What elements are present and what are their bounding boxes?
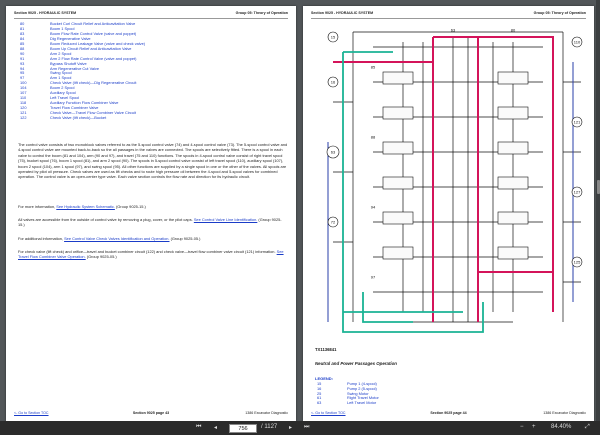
header-group: Group 05: Theory of Operation xyxy=(235,11,288,15)
schematic-callout-label: 85 xyxy=(371,64,376,69)
schematic-callout-label: 110 xyxy=(574,39,581,44)
schematic-callout-label: 63 xyxy=(331,149,336,154)
legend-label: Left Travel Motor xyxy=(347,400,377,405)
schematic-callout-label: 63 xyxy=(451,27,456,32)
control-valve-paragraph: The control valve consists of two monobl… xyxy=(18,142,288,180)
schematic-callout-label: 72 xyxy=(331,219,336,224)
pdf-toolbar: ⏮ ◂ 756 / 1127 ▸ ⏭ − + 84.40% ⤢ xyxy=(0,421,600,435)
page-footer: <- Go to Section TOC Section 9025 page 4… xyxy=(311,411,586,415)
legend-number: 122 xyxy=(20,114,27,120)
figure-id: TX1136841 xyxy=(315,347,337,352)
legend-row: 63 Left Travel Motor xyxy=(315,400,381,406)
doc-title: 1386 Excavator Diagnostic xyxy=(543,411,586,415)
legend-table: 15 Pump 1 (4-spool) 16 Pump 2 (5-spool) 25 Sw… xyxy=(315,381,381,406)
schematic-callout-label: 88 xyxy=(371,134,376,139)
link-check-valves[interactable]: See Control Valve Check Valves Identific… xyxy=(64,236,169,241)
link-hydraulic-schematic[interactable]: See Hydraulic System Schematic. xyxy=(56,204,115,209)
schematic-callout-label: 121 xyxy=(574,119,581,124)
header-section: Section 9025 - HYDRAULIC SYSTEM xyxy=(14,11,77,15)
skip-last-icon[interactable]: ⏭ xyxy=(304,424,309,431)
schematic-callout-label: 127 xyxy=(574,189,581,194)
link-line-identification[interactable]: See Control Valve Line Identification. xyxy=(194,217,258,222)
zoom-level[interactable]: 84.40% xyxy=(551,424,571,430)
document-page-44: Section 9025 - HYDRAULIC SYSTEM Group 05… xyxy=(303,6,594,421)
zoom-out-icon[interactable]: − xyxy=(520,424,524,430)
schematic-callout-label: 94 xyxy=(371,204,376,209)
hydraulic-schematic-diagram: 1516637211012112712563808588949760060160… xyxy=(313,22,585,344)
paragraph-more-info: For more information, See Hydraulic Syst… xyxy=(18,204,146,209)
fit-page-icon[interactable]: ⤢ xyxy=(585,424,590,431)
schematic-callout-label: 80 xyxy=(511,27,516,32)
section-title: Neutral and Power Passages Operation xyxy=(315,361,397,366)
page-footer: <- Go to Section TOC Section 9025 page 4… xyxy=(14,411,288,415)
prev-icon[interactable]: ◂ xyxy=(214,424,217,431)
page-header: Section 9025 - HYDRAULIC SYSTEM Group 05… xyxy=(14,11,288,19)
vertical-scrollbar[interactable] xyxy=(596,0,600,421)
paragraph-additional-info: For additional information, See Control … xyxy=(18,236,201,241)
schematic-callout-label: 97 xyxy=(371,274,376,279)
page-number-input[interactable]: 756 xyxy=(229,423,257,433)
doc-title: 1386 Excavator Diagnostic xyxy=(245,411,288,415)
legend-row: 122 Check Valve (lift check)—Bucket xyxy=(18,114,147,121)
schematic-callout-label: 125 xyxy=(574,259,581,264)
paragraph-valve-access: All valves are accessible from the outsi… xyxy=(18,217,282,228)
schematic-callout-label: 16 xyxy=(331,79,336,84)
scrollbar-thumb[interactable] xyxy=(596,180,600,194)
zoom-in-icon[interactable]: + xyxy=(532,424,536,430)
page-total: / 1127 xyxy=(261,424,278,430)
skip-first-icon[interactable]: ⏮ xyxy=(196,424,201,431)
page-header: Section 9025 - HYDRAULIC SYSTEM Group 05… xyxy=(311,11,586,19)
paragraph-check-valve: For check valve (lift check) and orifice… xyxy=(18,249,284,260)
legend-number: 63 xyxy=(317,400,322,405)
document-page-43: Section 9025 - HYDRAULIC SYSTEM Group 05… xyxy=(6,6,296,421)
header-group: Group 05: Theory of Operation xyxy=(533,11,586,15)
next-icon[interactable]: ▸ xyxy=(289,424,292,431)
component-legend-table: 80 Bucket Curl Circuit Relief and Anticav… xyxy=(18,21,147,121)
legend-label: Check Valve (lift check)—Bucket xyxy=(50,114,107,120)
header-section: Section 9025 - HYDRAULIC SYSTEM xyxy=(311,11,374,15)
schematic-callout-label: 15 xyxy=(331,34,336,39)
